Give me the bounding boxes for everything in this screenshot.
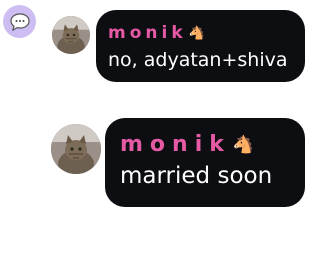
chat-view: monik 🐴 no, adyatan+shiva monik 🐴 marrie… [0, 0, 320, 279]
message-text: married soon [120, 163, 273, 189]
cat-avatar[interactable] [52, 16, 90, 54]
author-name[interactable]: monik 🐴 [108, 23, 305, 43]
message-text: no, adyatan+shiva [108, 49, 288, 71]
message-bubble[interactable]: monik 🐴 no, adyatan+shiva [96, 10, 305, 82]
author-name-text[interactable]: monik [108, 23, 187, 43]
horse-emoji-icon: 🐴 [188, 25, 209, 41]
message-bubble[interactable]: monik 🐴 married soon [105, 118, 305, 207]
cat-avatar[interactable] [51, 124, 101, 174]
author-name-text[interactable]: monik [120, 132, 231, 157]
chat-bubble-icon[interactable] [3, 5, 36, 38]
author-name[interactable]: monik 🐴 [120, 132, 305, 157]
horse-emoji-icon: 🐴 [232, 134, 262, 155]
